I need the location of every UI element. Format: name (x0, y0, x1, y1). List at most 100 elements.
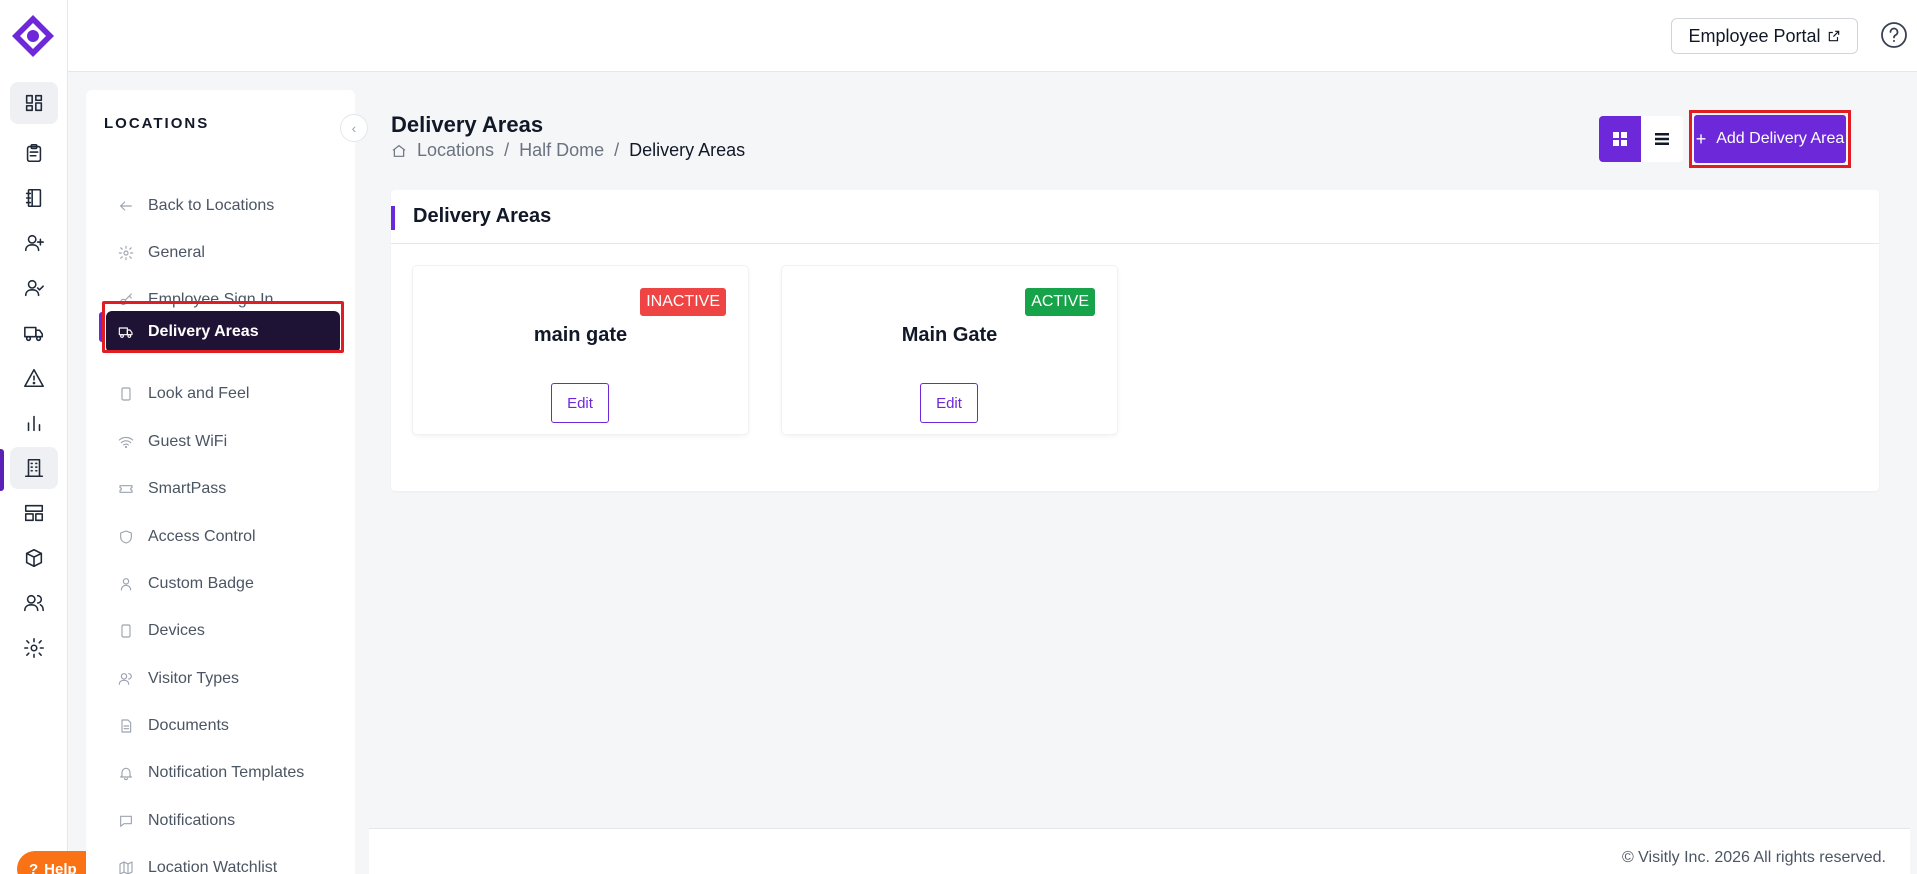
breadcrumb-half-dome[interactable]: Half Dome (519, 140, 604, 161)
employee-portal-label: Employee Portal (1688, 25, 1821, 46)
sidebar-item-look-and-feel[interactable]: Look and Feel (106, 376, 346, 412)
sidebar-item-documents[interactable]: Documents (106, 708, 346, 744)
breadcrumb-current: Delivery Areas (629, 140, 746, 160)
app-rail (0, 0, 68, 874)
sidebar-item-label: Guest WiFi (148, 433, 228, 450)
gear-icon (118, 245, 134, 261)
rail-users[interactable] (10, 582, 58, 624)
sidebar-item-label: Look and Feel (148, 385, 250, 402)
sidebar-active-tab (99, 312, 105, 342)
add-delivery-area-button[interactable]: + Add Delivery Area (1694, 115, 1846, 163)
grid-icon (1613, 132, 1627, 146)
sidebar-item-devices[interactable]: Devices (106, 613, 346, 649)
grid-view-button[interactable] (1599, 116, 1641, 162)
list-view-button[interactable] (1641, 116, 1683, 162)
dashboard-icon (25, 94, 43, 112)
rail-locations[interactable] (10, 447, 58, 489)
copyright-text: © Visitly Inc. 2026 All rights reserved. (1621, 849, 1886, 866)
sidebar-item-visitor-types[interactable]: Visitor Types (106, 661, 346, 697)
panel-header: Delivery Areas (391, 190, 1879, 244)
collapse-sidebar-button[interactable]: ‹ (340, 114, 368, 142)
delivery-area-card: ACTIVE Main Gate Edit (782, 266, 1117, 434)
notebook-icon (25, 188, 42, 208)
sidebar-item-general[interactable]: General (106, 235, 346, 271)
list-icon (1655, 133, 1669, 145)
sidebar-item-label: Access Control (148, 528, 256, 545)
breadcrumb-separator: / (504, 140, 510, 160)
key-icon (120, 293, 132, 306)
sidebar-item-guest-wifi[interactable]: Guest WiFi (106, 424, 346, 460)
main-content: Delivery Areas Locations / Half Dome / D… (369, 90, 1917, 874)
sidebar-item-notification-templates[interactable]: Notification Templates (106, 755, 346, 791)
truck-icon (24, 326, 44, 342)
sidebar-item-label: Visitor Types (148, 670, 240, 687)
rail-layout[interactable] (10, 492, 58, 534)
visitly-logo-icon[interactable] (10, 13, 56, 59)
rail-clipboard[interactable] (10, 132, 58, 174)
tablet-icon (121, 624, 131, 638)
tablet-icon (121, 387, 131, 401)
home-icon[interactable] (391, 143, 407, 159)
page-footer: © Visitly Inc. 2026 All rights reserved. (369, 828, 1910, 874)
sidebar-item-access-control[interactable]: Access Control (106, 519, 346, 555)
sidebar-item-custom-badge[interactable]: Custom Badge (106, 566, 346, 602)
edit-button[interactable]: Edit (551, 383, 609, 423)
rail-packages[interactable] (10, 537, 58, 579)
panel-accent-bar (391, 206, 395, 230)
breadcrumb: Locations / Half Dome / Delivery Areas (391, 140, 745, 161)
sidebar-title: LOCATIONS (104, 115, 210, 132)
rail-dashboard[interactable] (10, 82, 58, 124)
sidebar-item-label: SmartPass (148, 480, 227, 497)
wifi-icon (118, 436, 134, 449)
employee-portal-button[interactable]: Employee Portal (1671, 18, 1858, 54)
locations-sidebar: LOCATIONS Back to Locations General Empl… (86, 90, 355, 874)
document-icon (121, 719, 132, 733)
help-circle-icon[interactable] (1880, 21, 1908, 49)
external-link-icon (1828, 30, 1839, 42)
rail-user-check[interactable] (10, 267, 58, 309)
rail-user-plus[interactable] (10, 222, 58, 264)
breadcrumb-locations[interactable]: Locations (417, 140, 494, 161)
arrow-left-icon (120, 201, 132, 211)
user-check-icon (24, 279, 44, 297)
sidebar-item-smartpass[interactable]: SmartPass (106, 471, 346, 507)
chevron-left-icon: ‹ (351, 120, 357, 136)
sidebar-item-label: General (148, 244, 205, 261)
clipboard-icon (26, 143, 42, 163)
bar-chart-icon (27, 415, 41, 432)
delivery-area-name: main gate (533, 324, 628, 346)
layout-icon (24, 504, 44, 522)
view-toggle (1599, 116, 1683, 162)
sidebar-item-back-to-locations[interactable]: Back to Locations (106, 188, 346, 224)
rail-notebook[interactable] (10, 177, 58, 219)
user-plus-icon (24, 234, 44, 252)
sidebar-item-label: Notifications (148, 812, 236, 829)
sidebar-item-notifications[interactable]: Notifications (106, 803, 346, 839)
building-icon (24, 458, 44, 478)
status-badge: INACTIVE (640, 288, 726, 316)
status-badge: ACTIVE (1025, 288, 1095, 316)
rail-truck[interactable] (10, 312, 58, 354)
sidebar-item-label: Custom Badge (148, 575, 254, 592)
message-icon (120, 815, 132, 827)
ticket-icon (119, 485, 133, 493)
delivery-area-name: Main Gate (901, 324, 998, 346)
rail-active-indicator (0, 449, 4, 491)
sidebar-item-label: Employee Sign In (148, 291, 274, 308)
shield-icon (120, 530, 132, 544)
rail-analytics[interactable] (10, 402, 58, 444)
sidebar-item-label: Documents (148, 717, 229, 734)
plus-icon: + (1695, 128, 1707, 149)
panel-title: Delivery Areas (413, 205, 552, 227)
rail-alerts[interactable] (10, 357, 58, 399)
rail-settings[interactable] (10, 627, 58, 669)
sidebar-item-location-watchlist[interactable]: Location Watchlist (106, 850, 346, 874)
sidebar-item-delivery-areas[interactable]: Delivery Areas (106, 311, 340, 353)
users-icon (24, 594, 44, 612)
alert-triangle-icon (24, 368, 44, 388)
edit-button[interactable]: Edit (920, 383, 978, 423)
page-title: Delivery Areas (391, 112, 544, 137)
map-icon (119, 861, 133, 874)
sidebar-item-label: Location Watchlist (148, 859, 278, 874)
sidebar-item-label: Devices (148, 622, 205, 639)
